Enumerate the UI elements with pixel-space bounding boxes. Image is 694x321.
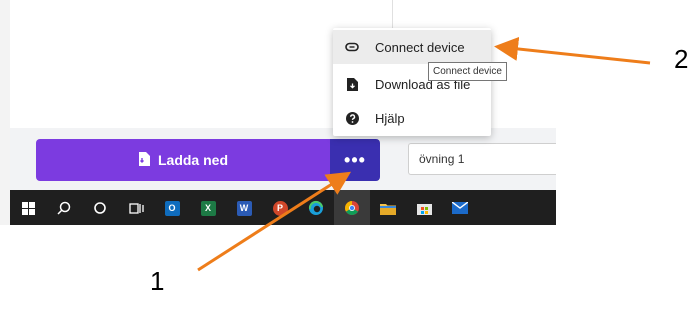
- annotation-arrow-1: [197, 171, 352, 272]
- annotation-label-1: 1: [150, 266, 165, 296]
- annotation-label-2: 2: [674, 44, 689, 74]
- annotation-arrow-2: [494, 36, 651, 65]
- annotation-arrows: [197, 36, 651, 272]
